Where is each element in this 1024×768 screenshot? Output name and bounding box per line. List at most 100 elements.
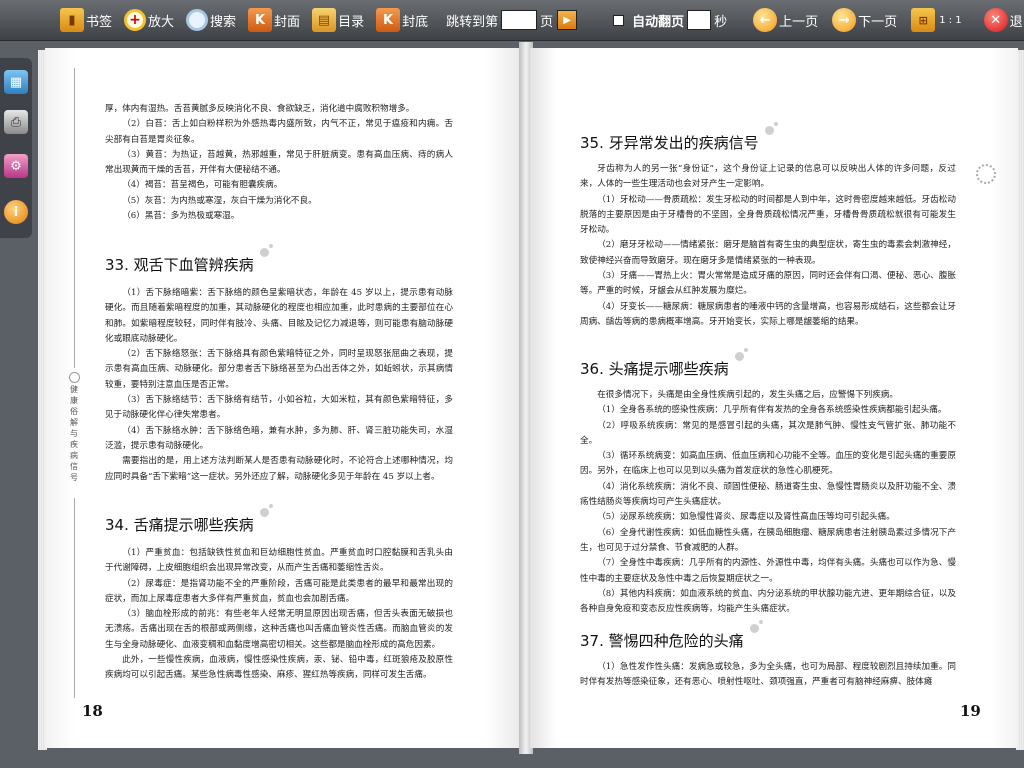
paragraph: （1）严重贫血：包括缺铁性贫血和巨幼细胞性贫血。严重贫血时口腔黏膜和舌乳头由于代… (105, 548, 453, 574)
section-heading-text: 34. 舌痛提示哪些疾病 (105, 516, 254, 534)
paragraph: 厚，体内有湿热。舌苔黄腻多反映消化不良、食欲缺乏，消化道中腐败积物增多。 (105, 104, 415, 114)
heading-ornament (749, 624, 759, 633)
paragraph: （1）牙松动——骨质疏松：发生牙松动的时间都是人到中年，这时骨密度越来越低。牙齿… (580, 194, 956, 236)
page-number-input[interactable] (501, 10, 538, 30)
prev-label: 上一页 (779, 14, 819, 30)
section-heading-37: 37. 警惕四种危险的头痛 (580, 620, 763, 651)
running-title-ornament (69, 372, 80, 383)
paragraph: （4）消化系统疾病：消化不良、顽固性便秘、肠道寄生虫、急慢性胃肠炎以及肝功能不全… (580, 481, 956, 508)
section-35-body: 牙齿称为人的另一张“身份证”，这个身份证上记录的信息可以反映出人体的许多问题，反… (580, 162, 956, 330)
paragraph: （3）循环系统病变：如高血压病、低血压病和心功能不全等。血压的变化是引起头痛的重… (580, 451, 956, 477)
paragraph: （2）白苔：舌上如白粉样积为外感热毒内盛所致，内气不正，常见于瘟疫和内痈。舌尖部… (105, 119, 453, 145)
running-title: 健康俗解与疾病信号 (70, 385, 78, 482)
bookmark-button[interactable]: ▮ 书签 (60, 0, 112, 40)
paragraph: （4）舌下脉络水肿：舌下脉络色暗，兼有水肿，多为肺、肝、肾三脏功能失司，水湿泛滥… (105, 425, 453, 451)
exit-label: 退出 (1009, 14, 1024, 30)
paragraph: 此外，一些慢性疾病，血液病，慢性感染性疾病，汞、铋、铅中毒，红斑狼疮及胶原性疾病… (105, 655, 453, 681)
paragraph: （3）黄苔：为热证，苔越黄，热邪越重，常见于肝脏病变。患有高血压病、痔的病人常出… (105, 149, 453, 176)
contents-button[interactable]: ▤ 目录 (312, 0, 364, 40)
exit-button[interactable]: ✕ 退出 (983, 0, 1024, 40)
actual-size-button[interactable]: ⊞ 1 : 1 (911, 0, 962, 40)
section-heading-text: 33. 观舌下血管辨疾病 (105, 256, 254, 274)
zoom-button[interactable]: + 放大 (124, 0, 174, 40)
search-label: 搜索 (210, 14, 237, 30)
paragraph: （8）其他内科疾病：如血液系统的贫血、内分泌系统的甲状腺功能亢进、更年期综合征，… (580, 588, 956, 615)
running-title-rule-bottom (74, 498, 75, 698)
side-toolbar: ▦ ⎙ ⚙ i (0, 58, 32, 238)
section-heading-33: 33. 观舌下血管辨疾病 (105, 244, 273, 275)
reader-toolbar: ▮ 书签 + 放大 搜索 K 封面 ▤ 目录 K 封底 跳转到第 页 ▶ 自动翻… (0, 0, 1024, 41)
heading-ornament (743, 348, 748, 352)
section-34-body: （1）严重贫血：包括缺铁性贫血和巨幼细胞性贫血。严重贫血时口腔黏膜和舌乳头由于代… (105, 546, 453, 684)
gear-icon[interactable]: ⚙ (4, 154, 28, 178)
info-icon[interactable]: i (4, 200, 28, 224)
paragraph: （2）磨牙牙松动——情绪紧张：磨牙是脑首有寄生虫的典型症状，寄生虫的毒素会刺激神… (580, 240, 956, 266)
paragraph: （6）黑苔：多为热极或寒湿。 (122, 211, 240, 222)
auto-flip: 自动翻页 秒 (613, 0, 727, 40)
back-cover-button[interactable]: K 封底 (376, 0, 428, 40)
flower-ornament-icon (976, 164, 996, 184)
paragraph: （5）泌尿系统疾病：如急慢性肾炎、尿毒症以及肾性高血压等均可引起头痛。 (597, 512, 895, 523)
zoom-in-icon: + (124, 9, 147, 31)
close-icon: ✕ (983, 8, 1008, 32)
section-heading-text: 37. 警惕四种危险的头痛 (580, 632, 744, 650)
book-open-icon: ▤ (312, 8, 337, 32)
section-heading-35: 35. 牙异常发出的疾病信号 (580, 122, 778, 153)
paragraph: （3）牙痛——胃热上火：胃火常常是造成牙痛的原因，同时还会伴有口渴、便秘、恶心、… (580, 271, 956, 297)
section-heading-text: 36. 头痛提示哪些疾病 (580, 360, 729, 378)
search-icon (186, 9, 209, 31)
section-heading-36: 36. 头痛提示哪些疾病 (580, 348, 748, 379)
left-page[interactable]: 健康俗解与疾病信号 厚，体内有湿热。舌苔黄腻多反映消化不良、食欲缺乏，消化道中腐… (45, 48, 521, 748)
paragraph: （4）褐苔：苔呈褐色，可能有胆囊疾病。 (122, 180, 283, 191)
section-36-body: 在很多情况下，头痛是由全身性疾病引起的，发生头痛之后，应警惕下列疾病。 （1）全… (580, 388, 956, 617)
bookmark-icon: ▮ (60, 8, 84, 32)
paragraph: （2）尿毒症：是指肾功能不全的严重阶段，舌痛可能是此类患者的最早和最常出现的症状… (105, 578, 453, 604)
paragraph: （2）呼吸系统疾病：常见的是感冒引起的头痛，其次是肺气肿、慢性支气管扩张、肺功能… (580, 420, 956, 446)
fit-grid-icon: ⊞ (911, 8, 936, 32)
page-number: 19 (960, 702, 981, 720)
back-cover-label: 封底 (402, 14, 429, 30)
jump-to-label: 跳转到第 (446, 14, 499, 30)
section-37-body: （1）急性发作性头痛：发病急或较急，多为全头痛，也可为局部、程度较剧烈且持续加重… (580, 660, 956, 691)
right-page[interactable]: 35. 牙异常发出的疾病信号 牙齿称为人的另一张“身份证”，这个身份证上记录的信… (530, 48, 1018, 748)
prev-page-button[interactable]: ← 上一页 (753, 0, 818, 40)
go-arrow-icon[interactable]: ▶ (557, 10, 578, 30)
cover-button[interactable]: K 封面 (248, 0, 300, 40)
ratio-label: 1 : 1 (939, 14, 962, 26)
paragraph: （4）牙变长——糖尿病：糖尿病患者的唾液中钙的含量增高，也容易形成结石，这些都会… (580, 301, 956, 327)
paragraph: （3）舌下脉络结节：舌下脉络有结节，小如谷粒，大如米粒，其有颜色紫暗特征，多见于… (105, 395, 453, 421)
first-page-icon: K (248, 8, 273, 32)
arrow-left-icon: ← (753, 8, 778, 32)
heading-ornament (259, 508, 269, 517)
paragraph: （5）灰苔：为内热或寒湿，灰白干燥为消化不良。 (122, 195, 317, 206)
page-unit-label: 页 (540, 14, 554, 30)
next-label: 下一页 (858, 14, 898, 30)
cover-label: 封面 (274, 14, 301, 30)
auto-flip-checkbox[interactable] (613, 14, 625, 26)
heading-ornament (259, 248, 269, 257)
paragraph: 牙齿称为人的另一张“身份证”，这个身份证上记录的信息可以反映出人体的许多问题，反… (580, 164, 956, 190)
bookmark-label: 书签 (86, 14, 113, 30)
paragraph: （1）全身各系统的感染性疾病：几乎所有伴有发热的全身各系统感染性疾病都能引起头痛… (597, 405, 947, 416)
print-icon[interactable]: ⎙ (4, 110, 28, 134)
running-title-rule-top (74, 68, 75, 368)
left-intro-text: 厚，体内有湿热。舌苔黄腻多反映消化不良、食欲缺乏，消化道中腐败积物增多。 （2）… (105, 102, 453, 224)
image-icon[interactable]: ▦ (4, 70, 28, 94)
last-page-icon: K (376, 8, 401, 32)
paragraph: （1）急性发作性头痛：发病急或较急，多为全头痛，也可为局部、程度较剧烈且持续加重… (580, 662, 956, 688)
paragraph: （2）舌下脉络怒张：舌下脉络具有颜色紫暗特征之外，同时呈现怒张屈曲之表现，提示患… (105, 349, 453, 390)
heading-ornament (268, 504, 273, 508)
heading-ornament (268, 244, 273, 248)
arrow-right-icon: → (832, 8, 857, 32)
search-button[interactable]: 搜索 (186, 0, 236, 40)
next-page-button[interactable]: → 下一页 (832, 0, 897, 40)
paragraph: 在很多情况下，头痛是由全身性疾病引起的，发生头痛之后，应警惕下列疾病。 (597, 390, 898, 400)
auto-flip-seconds-input[interactable] (687, 10, 712, 30)
heading-ornament (734, 352, 744, 361)
section-heading-34: 34. 舌痛提示哪些疾病 (105, 504, 273, 535)
paragraph: 需要指出的是，用上述方法判断某人是否患有动脉硬化时，不论符合上述哪种情况，均应同… (105, 456, 453, 482)
section-33-body: （1）舌下脉络暗紫：舌下脉络的颜色呈紫暗状态，年龄在 45 岁以上，提示患有动脉… (105, 286, 453, 485)
heading-ornament (773, 122, 778, 126)
paragraph: （1）舌下脉络暗紫：舌下脉络的颜色呈紫暗状态，年龄在 45 岁以上，提示患有动脉… (105, 288, 453, 344)
page-jump: 跳转到第 页 ▶ (446, 0, 578, 40)
